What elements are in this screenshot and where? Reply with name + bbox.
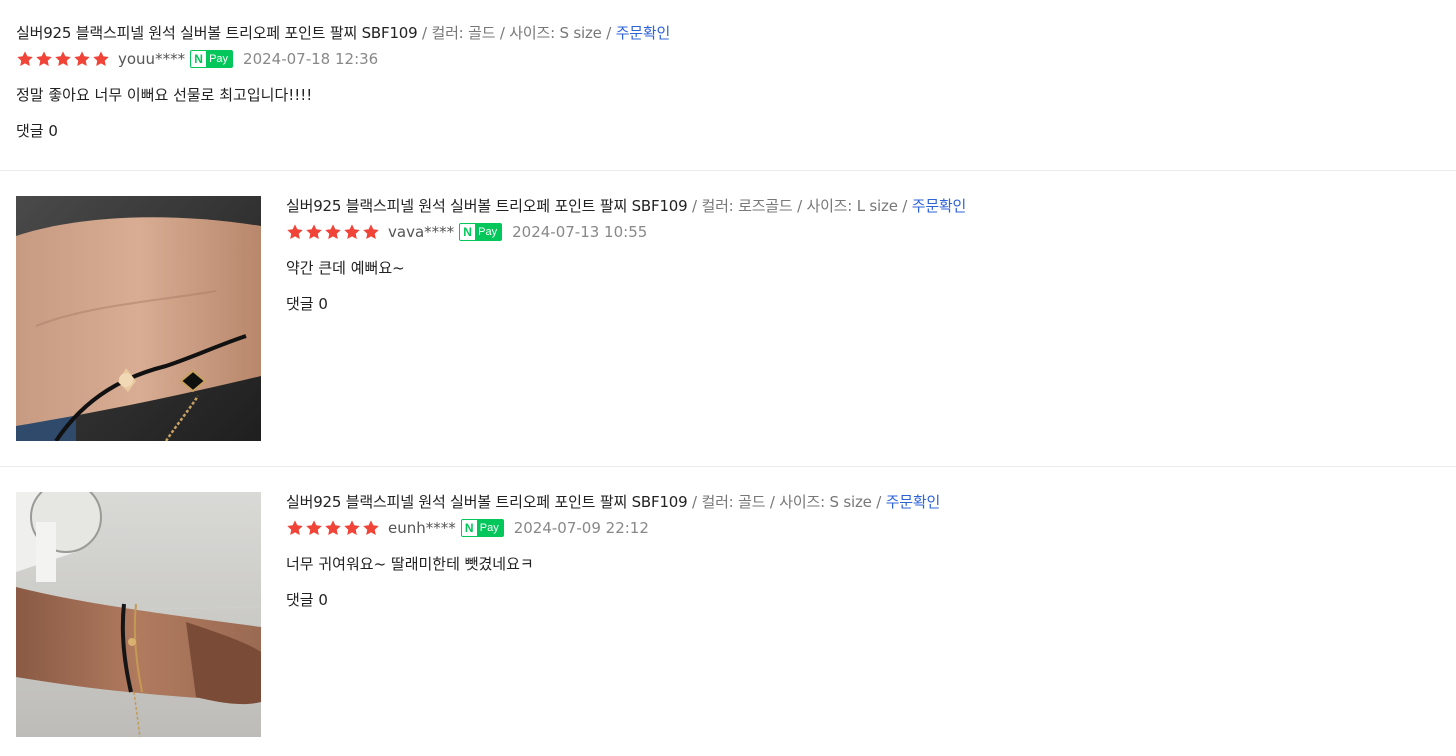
reviewer-name: eunh**** xyxy=(388,519,456,537)
product-options: / 컬러: 골드 / 사이즈: S size / xyxy=(687,493,886,511)
star-icon xyxy=(363,520,379,536)
product-options: / 컬러: 골드 / 사이즈: S size / xyxy=(417,24,616,42)
review-photo[interactable] xyxy=(16,492,261,737)
naver-n-icon: N xyxy=(461,520,477,536)
review-body: 약간 큰데 예뻐요~ xyxy=(286,259,405,277)
star-icon xyxy=(74,51,90,67)
star-icon xyxy=(287,224,303,240)
star-icon xyxy=(287,520,303,536)
comment-count-link[interactable]: 댓글 0 xyxy=(286,293,966,315)
star-icon xyxy=(344,224,360,240)
star-icon xyxy=(36,51,52,67)
review-item: 실버925 블랙스피넬 원석 실버볼 트리오페 포인트 팔찌 SBF109 / … xyxy=(0,467,1456,756)
order-check-link[interactable]: 주문확인 xyxy=(886,493,941,511)
review-date: 2024-07-18 12:36 xyxy=(243,50,379,68)
npay-label: Pay xyxy=(478,226,498,238)
review-body: 너무 귀여워요~ 딸래미한테 뺏겼네요ㅋ xyxy=(286,555,534,573)
order-check-link[interactable]: 주문확인 xyxy=(912,197,967,215)
review-date: 2024-07-09 22:12 xyxy=(513,519,649,537)
star-icon xyxy=(325,520,341,536)
review-meta: eunh**** N Pay 2024-07-09 22:12 xyxy=(286,517,940,539)
product-option-line: 실버925 블랙스피넬 원석 실버볼 트리오페 포인트 팔찌 SBF109 / … xyxy=(286,491,940,513)
star-rating xyxy=(286,223,380,241)
star-icon xyxy=(306,520,322,536)
comment-count-link[interactable]: 댓글 0 xyxy=(16,120,670,142)
review-content: 실버925 블랙스피넬 원석 실버볼 트리오페 포인트 팔찌 SBF109 / … xyxy=(286,195,966,315)
review-item: 실버925 블랙스피넬 원석 실버볼 트리오페 포인트 팔찌 SBF109 / … xyxy=(0,171,1456,467)
star-icon xyxy=(306,224,322,240)
npay-label: Pay xyxy=(209,53,229,65)
review-photo-image xyxy=(16,196,261,441)
review-content: 실버925 블랙스피넬 원석 실버볼 트리오페 포인트 팔찌 SBF109 / … xyxy=(286,491,940,611)
npay-badge: N Pay xyxy=(190,50,234,68)
reviewer-name: youu**** xyxy=(118,50,186,68)
review-content: 실버925 블랙스피넬 원석 실버볼 트리오페 포인트 팔찌 SBF109 / … xyxy=(16,22,670,142)
star-icon xyxy=(93,51,109,67)
review-photo-image xyxy=(16,492,261,737)
product-name: 실버925 블랙스피넬 원석 실버볼 트리오페 포인트 팔찌 SBF109 xyxy=(16,24,418,42)
product-name: 실버925 블랙스피넬 원석 실버볼 트리오페 포인트 팔찌 SBF109 xyxy=(286,493,688,511)
review-photo[interactable] xyxy=(16,196,261,441)
npay-label: Pay xyxy=(479,522,499,534)
star-icon xyxy=(344,520,360,536)
review-body: 정말 좋아요 너무 이뻐요 선물로 최고입니다!!!! xyxy=(16,86,313,104)
comment-count-link[interactable]: 댓글 0 xyxy=(286,589,940,611)
review-meta: vava**** N Pay 2024-07-13 10:55 xyxy=(286,221,966,243)
product-option-line: 실버925 블랙스피넬 원석 실버볼 트리오페 포인트 팔찌 SBF109 / … xyxy=(16,22,670,44)
star-icon xyxy=(55,51,71,67)
review-date: 2024-07-13 10:55 xyxy=(512,223,648,241)
product-option-line: 실버925 블랙스피넬 원석 실버볼 트리오페 포인트 팔찌 SBF109 / … xyxy=(286,195,966,217)
review-item: 실버925 블랙스피넬 원석 실버볼 트리오페 포인트 팔찌 SBF109 / … xyxy=(0,0,1456,171)
npay-badge: N Pay xyxy=(460,519,504,537)
star-icon xyxy=(17,51,33,67)
naver-n-icon: N xyxy=(191,51,207,67)
star-icon xyxy=(363,224,379,240)
reviewer-name: vava**** xyxy=(388,223,455,241)
review-meta: youu**** N Pay 2024-07-18 12:36 xyxy=(16,48,670,70)
order-check-link[interactable]: 주문확인 xyxy=(616,24,671,42)
star-icon xyxy=(325,224,341,240)
product-options: / 컬러: 로즈골드 / 사이즈: L size / xyxy=(687,197,912,215)
star-rating xyxy=(16,50,110,68)
star-rating xyxy=(286,519,380,537)
npay-badge: N Pay xyxy=(459,223,503,241)
product-name: 실버925 블랙스피넬 원석 실버볼 트리오페 포인트 팔찌 SBF109 xyxy=(286,197,688,215)
naver-n-icon: N xyxy=(460,224,476,240)
